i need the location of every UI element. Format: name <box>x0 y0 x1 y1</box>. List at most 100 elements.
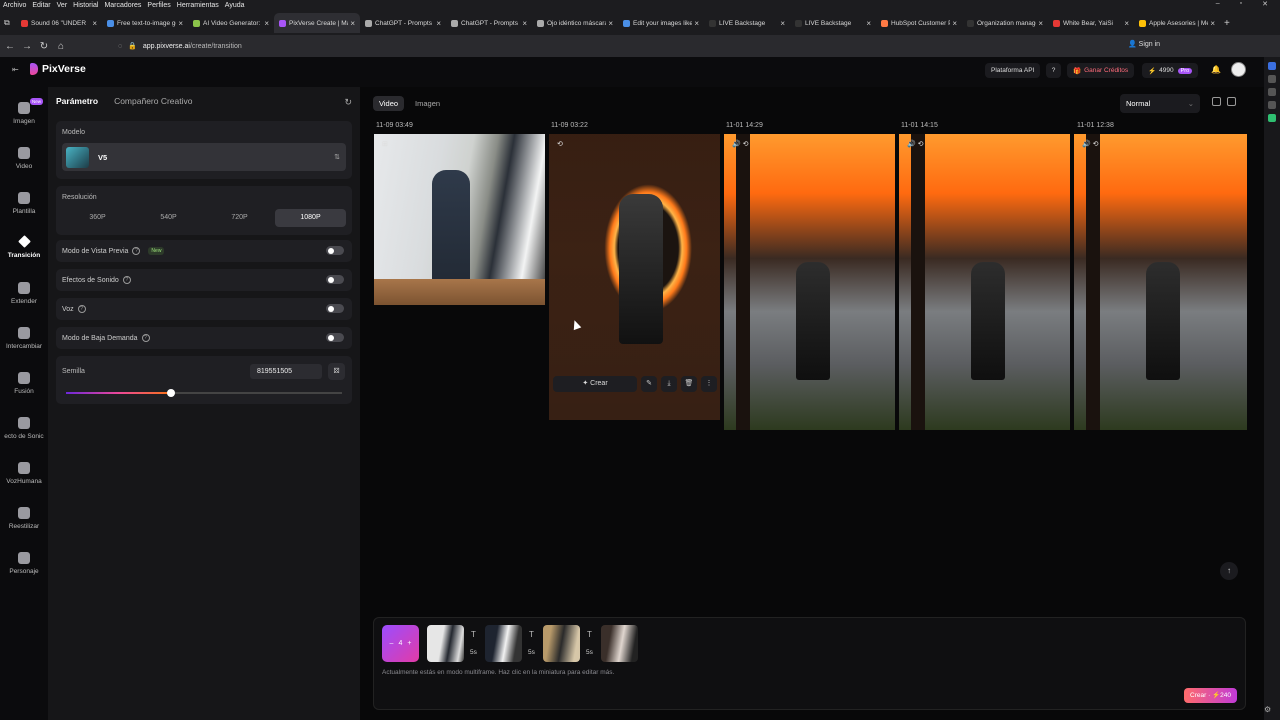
tab-video[interactable]: Video <box>373 96 405 111</box>
close-tab-icon[interactable]: × <box>92 19 97 28</box>
plus-icon[interactable]: + <box>407 640 411 647</box>
browser-tab[interactable]: ChatGPT - Prompts Ge× <box>446 13 532 33</box>
video-card-forest-3[interactable]: 🔊 ⟲ <box>1074 134 1247 430</box>
nav-item-video[interactable]: Video <box>0 147 48 170</box>
url-field[interactable]: ◌ 🔒 app.pixverse.ai/create/transition <box>118 35 242 57</box>
download-icon[interactable]: ⤓ <box>661 376 677 392</box>
grid-view-icon[interactable] <box>1212 97 1221 106</box>
nav-item-vozhumana[interactable]: VozHumana <box>0 462 48 485</box>
help-button[interactable]: ? <box>1046 63 1061 78</box>
text-icon[interactable]: T <box>529 630 534 639</box>
duration-2[interactable]: 5s <box>528 649 535 656</box>
browser-tab[interactable]: Sound 06 "UNDER × <box>16 13 102 33</box>
close-tab-icon[interactable]: × <box>608 19 613 28</box>
browser-tab[interactable]: Ojo idéntico máscara × <box>532 13 618 33</box>
browser-tab[interactable]: ChatGPT - Prompts Ge× <box>360 13 446 33</box>
close-window-icon[interactable]: ✕ <box>1262 0 1268 8</box>
reset-icon[interactable]: ↻ <box>344 97 352 108</box>
close-tab-icon[interactable]: × <box>1038 19 1043 28</box>
browser-tab[interactable]: Free text-to-image ge × <box>102 13 188 33</box>
browser-tab[interactable]: Apple Asesories | Me × <box>1134 13 1220 33</box>
model-selector[interactable]: V5 ⇅ <box>62 143 346 171</box>
text-icon[interactable]: T <box>587 630 592 639</box>
tab-imagen[interactable]: Imagen <box>409 96 446 111</box>
nav-item-plantilla[interactable]: Plantilla <box>0 192 48 215</box>
menu-ver[interactable]: Ver <box>57 2 68 9</box>
resolution-540p[interactable]: 540P <box>133 209 204 227</box>
nav-item-reestilizar[interactable]: Reestilizar <box>0 507 48 530</box>
sidebar-add-icon[interactable] <box>1268 62 1276 70</box>
more-icon[interactable]: ⋮ <box>701 376 717 392</box>
info-icon[interactable]: ? <box>77 305 86 313</box>
close-tab-icon[interactable]: × <box>1210 19 1215 28</box>
credits-balance[interactable]: ⚡ 4990 Pro <box>1142 63 1199 78</box>
browser-tab[interactable]: LIVE Backstage × <box>790 13 876 33</box>
settings-gear-icon[interactable]: ⚙ <box>1264 705 1271 714</box>
view-select[interactable]: Normal ⌄ <box>1120 94 1200 113</box>
new-tab-icon[interactable]: + <box>1224 18 1230 29</box>
sign-in-button[interactable]: 👤 Sign in <box>1128 40 1160 48</box>
tab-companero-creativo[interactable]: Compañero Creativo <box>114 96 192 106</box>
browser-tab[interactable]: White Bear, YaiSi × <box>1048 13 1134 33</box>
seed-slider-knob[interactable] <box>166 389 175 397</box>
seed-input[interactable]: 819551505 <box>250 364 322 379</box>
minimize-icon[interactable]: – <box>1216 0 1220 8</box>
seed-slider[interactable] <box>66 389 342 397</box>
resolution-360p[interactable]: 360P <box>62 209 133 227</box>
sound-effects-toggle[interactable] <box>326 275 344 284</box>
forward-icon[interactable]: → <box>20 41 34 52</box>
close-tab-icon[interactable]: × <box>178 19 183 28</box>
browser-tab[interactable]: HubSpot Customer Pl × <box>876 13 962 33</box>
menu-herramientas[interactable]: Herramientas <box>177 2 219 9</box>
browser-tab[interactable]: AI Video Generator: C × <box>188 13 274 33</box>
browser-tab[interactable]: PixVerse Create | Mak × <box>274 13 360 33</box>
dice-icon[interactable]: ⚄ <box>328 363 345 380</box>
sidebar-history-icon[interactable] <box>1268 88 1276 96</box>
scroll-top-icon[interactable]: ↑ <box>1220 562 1238 580</box>
info-icon[interactable]: ? <box>141 334 150 342</box>
submit-create-button[interactable]: Crear · ⚡240 <box>1184 688 1237 703</box>
nav-item-ecto-de-sonic[interactable]: ecto de Sonic <box>0 417 48 440</box>
api-platform-button[interactable]: Plataforma API <box>985 63 1041 78</box>
nav-item-intercambiar[interactable]: Intercambiar <box>0 327 48 350</box>
collapse-sidebar-icon[interactable]: ⇤ <box>12 65 19 74</box>
sidebar-extension-icon[interactable] <box>1268 114 1276 122</box>
tab-parametro[interactable]: Parámetro <box>56 96 98 106</box>
frame-thumbnail-2[interactable] <box>485 625 522 662</box>
frame-thumbnail-3[interactable] <box>543 625 580 662</box>
video-card-forest-2[interactable]: 🔊 ⟲ <box>899 134 1070 430</box>
browser-tab[interactable]: Organization managem× <box>962 13 1048 33</box>
list-view-icon[interactable] <box>1227 97 1236 106</box>
menu-marcadores[interactable]: Marcadores <box>104 2 141 9</box>
sidebar-bookmark-icon[interactable] <box>1268 75 1276 83</box>
resolution-1080p[interactable]: 1080P <box>275 209 346 227</box>
close-tab-icon[interactable]: × <box>350 19 355 28</box>
close-tab-icon[interactable]: × <box>694 19 699 28</box>
back-icon[interactable]: ← <box>3 41 17 52</box>
avatar[interactable] <box>1231 62 1246 77</box>
reload-icon[interactable]: ↻ <box>37 41 51 52</box>
low-demand-toggle[interactable] <box>326 333 344 342</box>
browser-tab[interactable]: LIVE Backstage × <box>704 13 790 33</box>
create-button[interactable]: ✦ Crear <box>553 376 637 392</box>
close-tab-icon[interactable]: × <box>436 19 441 28</box>
nav-item-fusi-n[interactable]: Fusión <box>0 372 48 395</box>
menu-perfiles[interactable]: Perfiles <box>147 2 170 9</box>
close-tab-icon[interactable]: × <box>780 19 785 28</box>
notification-icon[interactable]: 🔔 <box>1211 65 1221 74</box>
nav-item-extender[interactable]: Extender <box>0 282 48 305</box>
edit-icon[interactable]: ✎ <box>641 376 657 392</box>
video-card-forest-1[interactable]: 🔊 ⟲ <box>724 134 895 430</box>
text-icon[interactable]: T <box>471 630 476 639</box>
close-tab-icon[interactable]: × <box>866 19 871 28</box>
menu-ayuda[interactable]: Ayuda <box>225 2 245 9</box>
voice-toggle[interactable] <box>326 304 344 313</box>
resolution-720p[interactable]: 720P <box>204 209 275 227</box>
frame-stack[interactable]: – 4 + <box>382 625 419 662</box>
logo[interactable]: PixVerse <box>30 63 86 75</box>
duration-1[interactable]: 5s <box>470 649 477 656</box>
info-icon[interactable]: ? <box>122 276 131 284</box>
nav-item-personaje[interactable]: Personaje <box>0 552 48 575</box>
preview-mode-toggle[interactable] <box>326 246 344 255</box>
duration-3[interactable]: 5s <box>586 649 593 656</box>
